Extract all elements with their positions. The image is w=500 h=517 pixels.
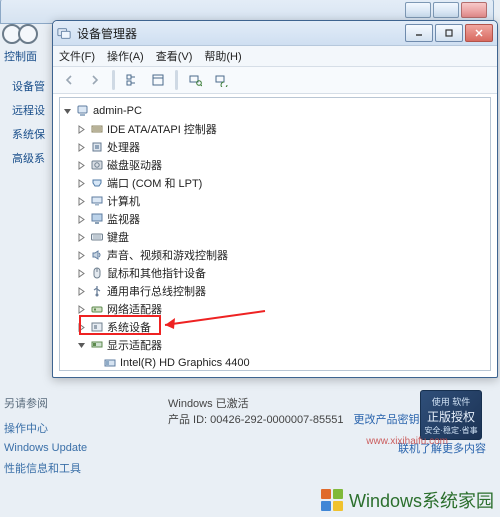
toolbar-tree-button[interactable] — [120, 68, 144, 92]
tree-device-label: Intel(R) HD Graphics 4400 — [120, 357, 250, 369]
toolbar-scan-button[interactable] — [183, 68, 207, 92]
link-action-center[interactable]: 操作中心 — [4, 417, 87, 439]
product-id-value: 00426-292-0000007-85551 — [210, 414, 343, 426]
menu-bar: 文件(F) 操作(A) 查看(V) 帮助(H) — [53, 46, 497, 67]
tree-category[interactable]: 通用串行总线控制器 — [62, 282, 488, 300]
tree-root[interactable]: admin-PC — [62, 102, 488, 120]
tree-category[interactable]: 键盘 — [62, 228, 488, 246]
toolbar-back-button[interactable] — [57, 68, 81, 92]
activation-section: Windows 已激活 产品 ID: 00426-292-0000007-855… — [168, 395, 420, 427]
control-panel-sidebar: 控制面 设备管 远程设 系统保 高级系 — [0, 48, 50, 170]
watermark-url: www.xixihaifu.com — [366, 436, 448, 447]
tree-category-label: 鼠标和其他指针设备 — [107, 265, 206, 281]
badge-line3: 安全·稳定·省事 — [421, 425, 481, 436]
tree-category[interactable]: 端口 (COM 和 LPT) — [62, 174, 488, 192]
see-also-header: 另请参阅 — [4, 395, 87, 411]
link-windows-update[interactable]: Windows Update — [4, 439, 87, 457]
window-title: 设备管理器 — [77, 25, 405, 42]
tree-category-label: 通用串行总线控制器 — [107, 283, 206, 299]
product-id-label: 产品 ID: — [168, 414, 210, 426]
parent-close-button[interactable] — [461, 2, 487, 18]
close-button[interactable] — [465, 24, 493, 42]
watermark: Windows系统家园 — [321, 487, 494, 513]
activation-status: Windows 已激活 — [168, 395, 420, 411]
sidebar-header: 控制面 — [0, 48, 50, 64]
toolbar-properties-button[interactable] — [146, 68, 170, 92]
tree-category[interactable]: 声音、视频和游戏控制器 — [62, 246, 488, 264]
tree-root-label: admin-PC — [93, 105, 142, 117]
tree-category-label: IDE ATA/ATAPI 控制器 — [107, 121, 217, 137]
tree-category-label: 系统设备 — [107, 319, 151, 335]
parent-maximize-button[interactable] — [433, 2, 459, 18]
tree-category-label: 磁盘驱动器 — [107, 157, 162, 173]
tree-category[interactable]: 网络适配器 — [62, 300, 488, 318]
tree-category-label: 监视器 — [107, 211, 140, 227]
change-product-key-link[interactable]: 更改产品密钥 — [354, 414, 420, 426]
parent-minimize-button[interactable] — [405, 2, 431, 18]
toolbar-forward-button[interactable] — [83, 68, 107, 92]
toolbar-separator — [112, 70, 115, 90]
device-manager-icon — [57, 26, 71, 40]
tree-category-label: 声音、视频和游戏控制器 — [107, 247, 228, 263]
sidebar-item-protection[interactable]: 系统保 — [0, 122, 50, 146]
minimize-button[interactable] — [405, 24, 433, 42]
sidebar-item-advanced[interactable]: 高级系 — [0, 146, 50, 170]
tree-category-label: 网络适配器 — [107, 301, 162, 317]
badge-line1: 使用 软件 — [421, 395, 481, 408]
tree-category[interactable]: 系统设备 — [62, 318, 488, 336]
watermark-text: Windows系统家园 — [349, 487, 494, 513]
tree-category-label: 键盘 — [107, 229, 129, 245]
device-tree[interactable]: admin-PC IDE ATA/ATAPI 控制器处理器磁盘驱动器端口 (COM… — [59, 97, 491, 371]
tree-category[interactable]: 鼠标和其他指针设备 — [62, 264, 488, 282]
sidebar-item-remote[interactable]: 远程设 — [0, 98, 50, 122]
toolbar-refresh-button[interactable] — [209, 68, 233, 92]
menu-view[interactable]: 查看(V) — [156, 48, 193, 64]
tree-category-display-adapters[interactable]: 显示适配器 — [62, 336, 488, 354]
maximize-button[interactable] — [435, 24, 463, 42]
link-performance[interactable]: 性能信息和工具 — [4, 457, 87, 479]
sidebar-item-device[interactable]: 设备管 — [0, 74, 50, 98]
see-also-panel: 另请参阅 操作中心 Windows Update 性能信息和工具 — [4, 395, 87, 479]
badge-line2: 正版授权 — [421, 408, 481, 425]
tree-category[interactable]: IDE ATA/ATAPI 控制器 — [62, 120, 488, 138]
tree-category[interactable]: 计算机 — [62, 192, 488, 210]
tree-category-label: 显示适配器 — [107, 337, 162, 353]
windows-flag-icon — [321, 489, 343, 511]
tree-category[interactable]: 监视器 — [62, 210, 488, 228]
genuine-badge[interactable]: 使用 软件 正版授权 安全·稳定·省事 — [420, 390, 482, 440]
menu-action[interactable]: 操作(A) — [107, 48, 144, 64]
tree-category[interactable]: 处理器 — [62, 138, 488, 156]
menu-help[interactable]: 帮助(H) — [204, 48, 241, 64]
tree-category-label: 处理器 — [107, 139, 140, 155]
tree-device[interactable]: Intel(R) HD Graphics 4400 — [62, 354, 488, 371]
toolbar — [53, 67, 497, 94]
circle-icon — [18, 24, 38, 44]
tree-category-label: 计算机 — [107, 193, 140, 209]
taskbar-icons — [2, 24, 38, 47]
device-manager-window: 设备管理器 文件(F) 操作(A) 查看(V) 帮助(H) admin-PC ID… — [52, 20, 498, 378]
toolbar-separator — [175, 70, 178, 90]
window-titlebar[interactable]: 设备管理器 — [53, 21, 497, 46]
tree-category-label: 端口 (COM 和 LPT) — [107, 175, 202, 191]
tree-category[interactable]: 磁盘驱动器 — [62, 156, 488, 174]
menu-file[interactable]: 文件(F) — [59, 48, 95, 64]
